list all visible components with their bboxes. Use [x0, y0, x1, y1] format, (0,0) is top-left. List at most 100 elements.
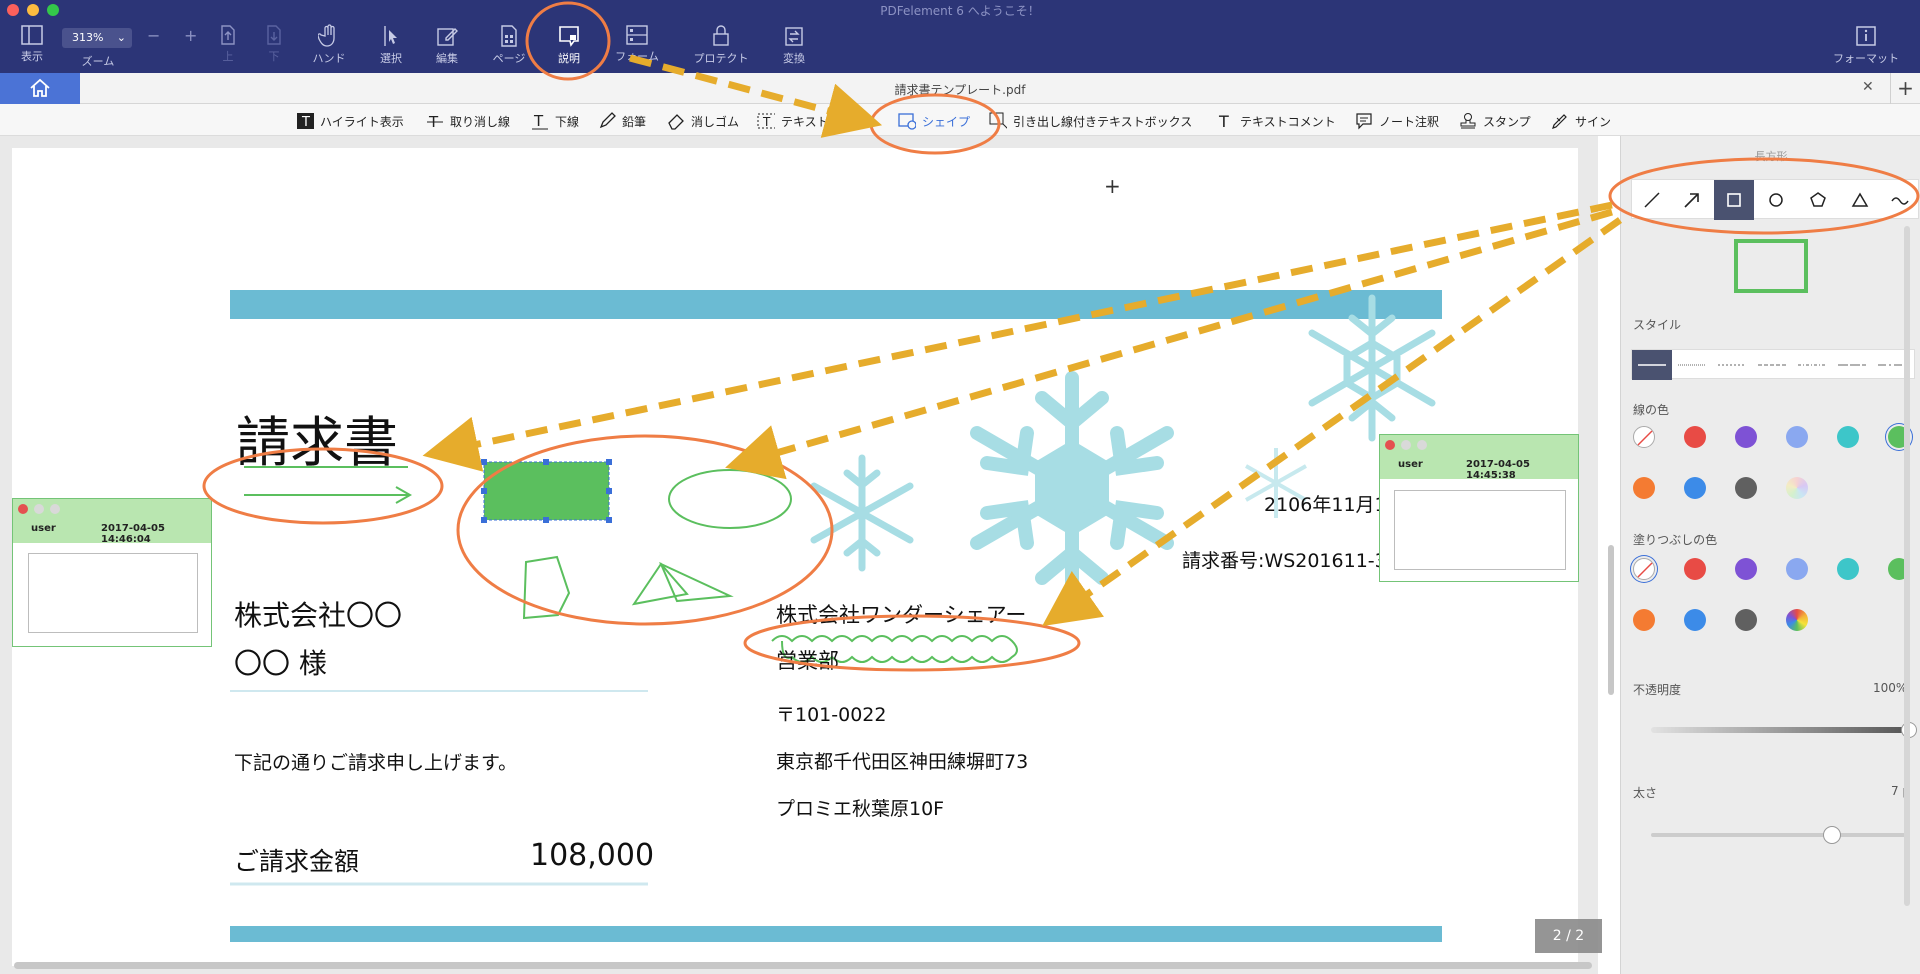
main-toolbar: PDFelement 6 へようこそ！ 表示 313% ⌄ ズーム − + 上 …: [0, 0, 1920, 73]
note-header[interactable]: user 2017-04-05 14:45:38: [1380, 435, 1578, 481]
vertical-scrollbar[interactable]: [1608, 545, 1614, 695]
note-close-button[interactable]: [1385, 440, 1395, 450]
tool-shape[interactable]: シェイプ: [898, 111, 970, 131]
style-dotted-fine[interactable]: [1672, 350, 1712, 380]
shape-circle[interactable]: [1756, 180, 1796, 220]
note-popup-left[interactable]: user 2017-04-05 14:46:04: [12, 498, 212, 647]
line-swatch[interactable]: [1633, 477, 1655, 499]
protect-button[interactable]: プロテクト: [689, 24, 753, 66]
tool-textbox[interactable]: T テキストボックス: [757, 111, 876, 131]
thickness-slider-track[interactable]: [1651, 833, 1909, 837]
shape-rectangle[interactable]: [1714, 180, 1754, 220]
tool-text-comment[interactable]: T テキストコメント: [1216, 111, 1336, 131]
shape-triangle[interactable]: [1840, 180, 1880, 220]
fill-swatch[interactable]: [1735, 609, 1757, 631]
page-icon: [501, 25, 517, 47]
shape-wave[interactable]: [1880, 180, 1920, 220]
shape-pentagon[interactable]: [1798, 180, 1838, 220]
panel-scrollbar[interactable]: [1904, 226, 1910, 906]
fill-swatch[interactable]: [1735, 558, 1757, 580]
shape-arrow[interactable]: [1672, 180, 1712, 220]
tool-underline[interactable]: T 下線: [531, 111, 579, 131]
tool-label: サイン: [1575, 114, 1612, 129]
tool-stamp[interactable]: スタンプ: [1459, 111, 1531, 131]
fill-swatch[interactable]: [1684, 609, 1706, 631]
page-up-icon: [221, 25, 235, 45]
pdf-page[interactable]: + 請求書 株式会社〇〇 〇〇 様 下記の通りご請求申し上げます。 ご請求金額 …: [12, 148, 1578, 966]
thickness-slider-handle[interactable]: [1822, 826, 1841, 844]
view-button[interactable]: 表示: [0, 24, 64, 64]
tool-signature[interactable]: サイン: [1551, 111, 1611, 131]
line-swatch[interactable]: [1837, 426, 1859, 448]
form-button[interactable]: フォーム: [605, 24, 669, 64]
fill-swatch-none[interactable]: [1633, 558, 1655, 580]
horizontal-scrollbar[interactable]: [14, 962, 1592, 969]
edit-button[interactable]: 編集: [415, 24, 479, 66]
select-label: 選択: [380, 52, 402, 65]
shape-icon: [898, 112, 916, 130]
callout-icon: [989, 112, 1007, 130]
format-button[interactable]: フォーマット: [1826, 24, 1906, 66]
line-swatch[interactable]: [1684, 477, 1706, 499]
circle-icon: [1769, 193, 1783, 207]
svg-text:T: T: [301, 115, 310, 130]
style-dashed[interactable]: [1752, 350, 1792, 380]
style-solid[interactable]: [1632, 350, 1672, 380]
document-tab-title[interactable]: 請求書テンプレート.pdf: [0, 81, 1920, 98]
pencil-icon: [598, 112, 616, 130]
select-tool-button[interactable]: 選択: [359, 24, 423, 66]
note-close-button[interactable]: [18, 504, 28, 514]
zoom-select[interactable]: 313% ⌄: [62, 28, 132, 48]
hand-icon: [318, 24, 335, 47]
new-tab-button[interactable]: +: [1890, 73, 1920, 104]
close-tab-button[interactable]: ✕: [1862, 79, 1874, 95]
polygon-annotation[interactable]: [522, 555, 571, 620]
fill-color-label: 塗りつぶしの色: [1633, 533, 1718, 547]
convert-button[interactable]: 変換: [762, 24, 826, 66]
note-text-area[interactable]: [28, 553, 198, 633]
sidebar-icon: [21, 25, 43, 45]
line-swatch[interactable]: [1735, 426, 1757, 448]
tool-note[interactable]: ノート注釈: [1355, 111, 1439, 131]
tool-strikethrough[interactable]: T 取り消し線: [426, 111, 510, 131]
style-dash-dot[interactable]: [1792, 350, 1832, 380]
form-label: フォーム: [615, 50, 659, 63]
triangle-annotation[interactable]: [631, 562, 689, 606]
tool-callout[interactable]: 引き出し線付きテキストボックス: [989, 111, 1192, 131]
opacity-slider-track[interactable]: [1651, 727, 1909, 733]
line-swatch[interactable]: [1735, 477, 1757, 499]
style-long-dash[interactable]: [1832, 350, 1872, 380]
hand-tool-button[interactable]: ハンド: [297, 24, 361, 66]
greeting-text: 下記の通りご請求申し上げます。: [234, 752, 518, 774]
note-header[interactable]: user 2017-04-05 14:46:04: [13, 499, 211, 545]
tool-eraser[interactable]: 消しゴム: [667, 111, 739, 131]
fill-swatch-custom[interactable]: [1786, 609, 1808, 631]
fill-swatch[interactable]: [1837, 558, 1859, 580]
lock-icon: [713, 25, 729, 46]
fill-swatch[interactable]: [1684, 558, 1706, 580]
line-swatch-none[interactable]: [1633, 426, 1655, 448]
comment-button[interactable]: 説明: [537, 24, 601, 66]
note-text-area[interactable]: [1394, 490, 1566, 570]
view-label: 表示: [21, 50, 43, 63]
page-indicator: 2 / 2: [1535, 919, 1602, 953]
page-button[interactable]: ページ: [477, 24, 541, 66]
tool-highlight[interactable]: T ハイライト表示: [296, 111, 404, 131]
rectangle-annotation[interactable]: [483, 461, 610, 521]
zoom-out-button[interactable]: −: [147, 26, 160, 45]
ellipse-annotation[interactable]: [668, 469, 792, 529]
style-dotted[interactable]: [1712, 350, 1752, 380]
up-label: 上: [222, 50, 234, 63]
line-swatch-custom[interactable]: [1786, 477, 1808, 499]
tool-label: スタンプ: [1483, 114, 1531, 129]
note-popup-right[interactable]: user 2017-04-05 14:45:38: [1379, 434, 1579, 582]
line-swatch[interactable]: [1684, 426, 1706, 448]
tool-pencil[interactable]: 鉛筆: [598, 111, 646, 131]
line-color-label: 線の色: [1633, 403, 1670, 417]
fill-swatch[interactable]: [1786, 558, 1808, 580]
shape-line[interactable]: [1632, 180, 1672, 220]
fill-swatch[interactable]: [1633, 609, 1655, 631]
stamp-icon: [1459, 112, 1477, 130]
home-tab[interactable]: [0, 73, 80, 104]
line-swatch[interactable]: [1786, 426, 1808, 448]
